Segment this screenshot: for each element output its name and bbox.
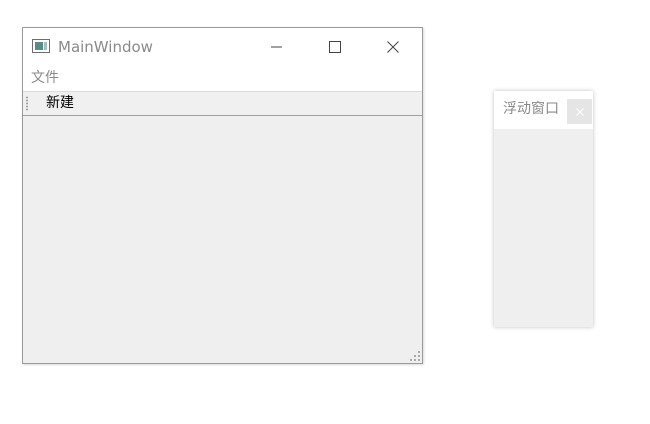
toolbar-grip-icon[interactable] [26,96,28,111]
maximize-button[interactable] [306,28,364,65]
dock-title-bar[interactable]: 浮动窗口 [494,91,593,129]
menu-file[interactable]: 文件 [31,69,59,87]
close-icon [387,40,399,53]
minimize-button[interactable] [248,28,306,65]
main-window: MainWindow 文件 新建 [22,27,423,364]
central-widget [23,116,422,363]
toolbar-new-button[interactable]: 新建 [46,94,74,112]
title-bar[interactable]: MainWindow [23,28,422,65]
close-icon [575,107,584,116]
dock-close-button[interactable] [567,99,592,124]
menu-bar: 文件 [23,65,422,91]
tool-bar: 新建 [23,91,422,116]
window-title: MainWindow [58,38,153,56]
size-grip-icon[interactable] [410,351,420,361]
dock-title: 浮动窗口 [503,101,559,117]
app-window-icon[interactable] [32,39,50,53]
close-button[interactable] [364,28,422,65]
maximize-icon [329,40,341,53]
minimize-icon [271,46,282,47]
floating-dock-widget: 浮动窗口 [494,91,593,327]
